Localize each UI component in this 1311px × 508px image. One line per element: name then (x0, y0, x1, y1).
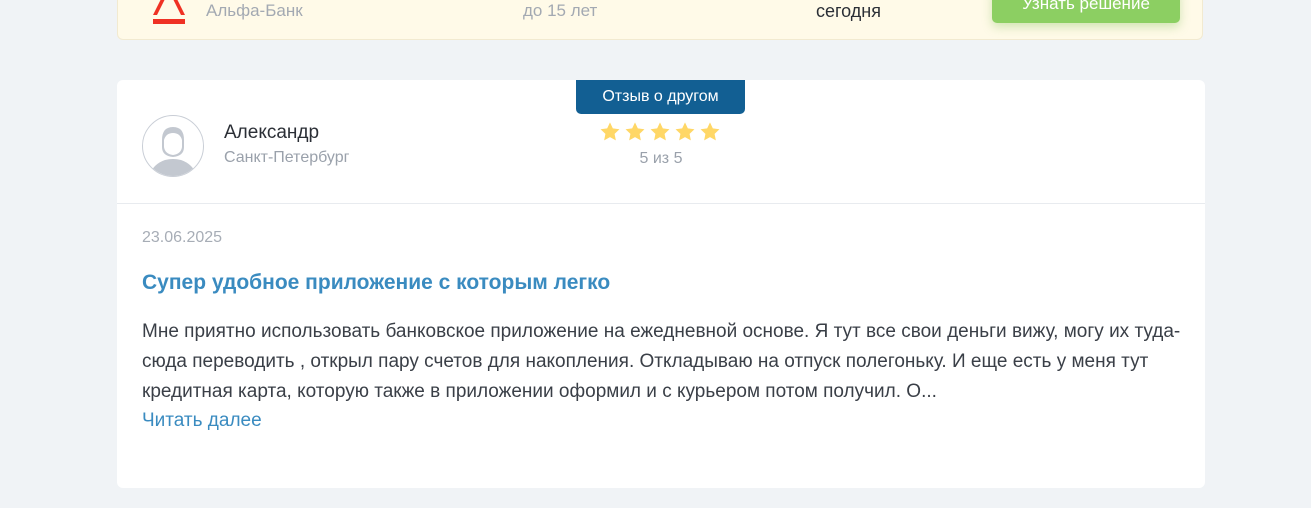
user-avatar-icon (149, 127, 197, 176)
divider (117, 203, 1205, 204)
read-more-link[interactable]: Читать далее (142, 410, 262, 432)
rating-text: 5 из 5 (639, 150, 683, 167)
star-icon (675, 122, 695, 141)
author-name: Александр (224, 122, 320, 143)
star-icon (650, 122, 670, 141)
star-icon (625, 122, 645, 141)
review-card: Отзыв о другом Александр Санкт-Петербург… (117, 80, 1205, 488)
get-decision-button[interactable]: Узнать решение (992, 0, 1180, 23)
decision-time: сегодня (816, 1, 881, 21)
star-icon (700, 122, 720, 141)
review-text: Мне приятно использовать банковское прил… (142, 321, 1181, 402)
alfa-bank-logo-icon (153, 0, 185, 24)
bank-name: Альфа-Банк (206, 1, 303, 20)
offer-card: Альфа-Банк до 15 лет сегодня Узнать реше… (117, 0, 1203, 40)
rating-stars (599, 121, 721, 143)
star-icon (600, 122, 620, 141)
review-date: 23.06.2025 (142, 229, 223, 246)
author-city: Санкт-Петербург (224, 149, 350, 166)
avatar (142, 115, 204, 177)
review-title-link[interactable]: Супер удобное приложение с которым легко (142, 271, 610, 295)
loan-term: до 15 лет (523, 1, 598, 20)
review-type-badge: Отзыв о другом (576, 80, 745, 114)
